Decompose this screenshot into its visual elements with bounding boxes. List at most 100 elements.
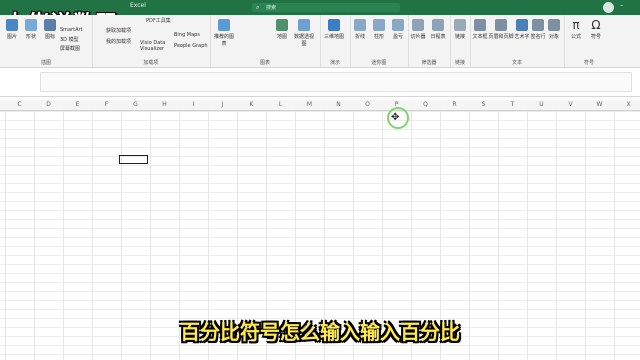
maps-button[interactable]: 地图 xyxy=(272,19,292,40)
wordart-icon xyxy=(516,19,528,31)
column-header-M[interactable]: M xyxy=(295,100,324,110)
column-header-T[interactable]: T xyxy=(498,100,527,110)
column-label: 柱形 xyxy=(373,34,384,40)
subtitle-caption: 百分比符号怎么输入输入百分比 xyxy=(180,320,460,344)
header-footer-icon xyxy=(495,19,507,31)
pivotchart-icon xyxy=(298,19,310,31)
slicer-button[interactable]: 切片器 xyxy=(408,19,428,40)
header-footer-button[interactable]: 页眉和页脚 xyxy=(488,19,514,40)
line-sparkline-button[interactable]: 折线 xyxy=(350,19,370,40)
column-icon xyxy=(373,19,385,31)
column-header-W[interactable]: W xyxy=(585,100,614,110)
people-graph-button[interactable]: People Graph xyxy=(174,43,208,49)
search-box[interactable]: ⌕ 搜索 xyxy=(252,3,400,12)
avatar[interactable] xyxy=(603,2,614,13)
column-sparkline-button[interactable]: 柱形 xyxy=(369,19,389,40)
icons-icon xyxy=(44,19,56,31)
search-icon: ⌕ xyxy=(256,4,260,11)
column-header-E[interactable]: E xyxy=(63,100,92,110)
smartart-button[interactable]: SmartArt xyxy=(60,27,83,33)
column-header-G[interactable]: G xyxy=(121,100,150,110)
group-filters: 切片器 日程表 筛选器 xyxy=(408,15,451,67)
minimize-icon[interactable]: – xyxy=(620,1,624,9)
icons-button[interactable]: 图标 xyxy=(40,19,60,40)
object-button[interactable]: 对象 xyxy=(544,19,564,40)
pi-icon: π xyxy=(572,18,580,32)
group-tours: 三维地图 演示 xyxy=(320,15,351,67)
column-header-O[interactable]: O xyxy=(353,100,382,110)
pivotchart-button[interactable]: 数据透视图 xyxy=(294,19,314,47)
winloss-icon xyxy=(392,19,404,31)
search-placeholder: 搜索 xyxy=(266,5,277,11)
chart-icon xyxy=(218,19,230,31)
pictures-label: 图片 xyxy=(6,34,17,40)
screenshot-button[interactable]: 屏幕截图 xyxy=(60,45,80,52)
app-name: Excel xyxy=(130,2,146,9)
equation-button[interactable]: π 公式 xyxy=(566,19,586,40)
column-header-Q[interactable]: Q xyxy=(411,100,440,110)
column-header-D[interactable]: D xyxy=(34,100,63,110)
group-addins: 获取加载项 我的加载项 Visio Data Visualizer Bing M… xyxy=(92,15,211,67)
column-header-S[interactable]: S xyxy=(469,100,498,110)
ribbon: PDF工具集 图片 形状 图标 SmartArt 3D 模型 屏幕截图 插图 获… xyxy=(0,15,640,68)
shapes-button[interactable]: 形状 xyxy=(21,19,41,40)
icons-label: 图标 xyxy=(44,34,55,40)
omega-icon: Ω xyxy=(591,18,601,32)
column-header-J[interactable]: J xyxy=(208,100,237,110)
map-icon xyxy=(276,19,288,31)
textbox-label: 文本框 xyxy=(472,34,488,40)
column-header-X[interactable]: X xyxy=(614,100,640,110)
model3d-button[interactable]: 3D 模型 xyxy=(60,36,79,43)
column-headers: CDEFGHIJKLMNOPQRSTUVWX xyxy=(0,100,640,111)
visio-button[interactable]: Visio Data Visualizer xyxy=(140,40,168,52)
slicer-icon xyxy=(412,19,424,31)
group-label: 插图 xyxy=(40,60,51,66)
column-header-N[interactable]: N xyxy=(324,100,353,110)
group-label: 符号 xyxy=(583,60,594,66)
timeline-icon xyxy=(432,19,444,31)
link-button[interactable]: 链接 xyxy=(450,19,470,40)
cursor-icon: ✥ xyxy=(391,112,400,123)
symbol-label: 符号 xyxy=(590,34,601,40)
line-icon xyxy=(354,19,366,31)
column-header-R[interactable]: R xyxy=(440,100,469,110)
map3d-button[interactable]: 三维地图 xyxy=(324,19,344,40)
my-addins-button[interactable]: 我的加载项 xyxy=(106,38,131,45)
group-label: 迷你图 xyxy=(371,60,387,66)
column-header-L[interactable]: L xyxy=(266,100,295,110)
selected-cell[interactable] xyxy=(119,155,148,164)
group-label: 文本 xyxy=(511,60,522,66)
get-addins-button[interactable]: 获取加载项 xyxy=(106,27,131,34)
formula-bar xyxy=(0,68,640,97)
group-text: 文本框 页眉和页脚 艺术字 签名行 对象 文本 xyxy=(470,15,565,67)
bing-maps-button[interactable]: Bing Maps xyxy=(174,32,200,38)
symbol-button[interactable]: Ω 符号 xyxy=(586,19,606,40)
textbox-icon xyxy=(474,19,486,31)
line-label: 折线 xyxy=(354,34,365,40)
shapes-icon xyxy=(25,19,37,31)
group-label: 演示 xyxy=(329,60,340,66)
picture-icon xyxy=(6,19,18,31)
equation-label: 公式 xyxy=(570,34,581,40)
pictures-button[interactable]: 图片 xyxy=(2,19,22,40)
winloss-sparkline-button[interactable]: 盈亏 xyxy=(388,19,408,40)
slicer-label: 切片器 xyxy=(410,34,426,40)
column-header-I[interactable]: I xyxy=(179,100,208,110)
column-header-V[interactable]: V xyxy=(556,100,585,110)
group-illustrations: 图片 形状 图标 SmartArt 3D 模型 屏幕截图 插图 xyxy=(0,15,93,67)
pivotchart-label: 数据透视图 xyxy=(294,34,315,47)
winloss-label: 盈亏 xyxy=(392,34,403,40)
header-footer-label: 页眉和页脚 xyxy=(488,34,514,40)
column-header-F[interactable]: F xyxy=(92,100,121,110)
textbox-button[interactable]: 文本框 xyxy=(470,19,490,40)
recommended-charts-button[interactable]: 推荐的图表 xyxy=(214,19,234,47)
timeline-button[interactable]: 日程表 xyxy=(428,19,448,40)
signature-icon xyxy=(532,19,544,31)
group-label: 链接 xyxy=(454,60,465,66)
column-header-K[interactable]: K xyxy=(237,100,266,110)
formula-input[interactable] xyxy=(40,72,632,92)
column-header-H[interactable]: H xyxy=(150,100,179,110)
column-header-C[interactable]: C xyxy=(5,100,34,110)
group-label: 加载项 xyxy=(143,60,159,66)
column-header-U[interactable]: U xyxy=(527,100,556,110)
